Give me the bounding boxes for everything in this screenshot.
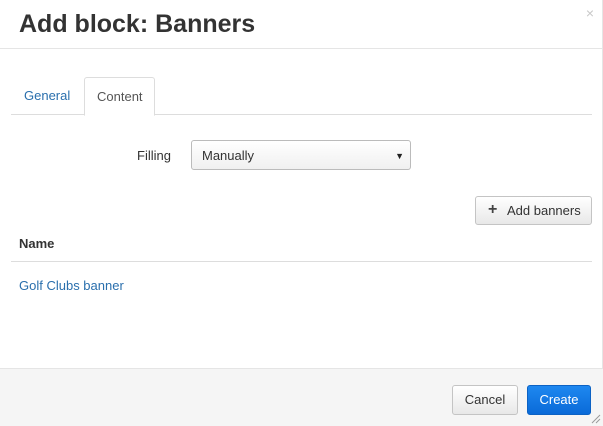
filling-select-value: Manually	[202, 148, 255, 163]
close-icon[interactable]: ×	[586, 5, 594, 21]
plus-icon: +	[488, 201, 498, 218]
table-row-banner-link[interactable]: Golf Clubs banner	[19, 278, 124, 294]
column-header-name: Name	[19, 236, 55, 251]
cancel-button[interactable]: Cancel	[452, 385, 518, 415]
dialog-footer: Cancel Create	[0, 368, 603, 426]
create-button[interactable]: Create	[527, 385, 591, 415]
chevron-down-icon: ▼	[395, 151, 404, 161]
add-block-dialog: Add block: Banners × General Content Fil…	[0, 0, 603, 426]
dialog-header: Add block: Banners ×	[0, 0, 603, 49]
tab-bar: General Content	[11, 77, 592, 116]
resize-grip-icon[interactable]	[591, 414, 601, 424]
tab-content[interactable]: Content	[84, 77, 155, 116]
filling-label: Filling	[137, 148, 171, 163]
add-banners-button[interactable]: + Add banners	[475, 196, 592, 225]
dialog-title: Add block: Banners	[19, 10, 256, 38]
table-divider	[11, 261, 592, 262]
tab-general[interactable]: General	[12, 77, 82, 115]
add-banners-label: Add banners	[507, 203, 581, 218]
filling-select[interactable]: Manually ▼	[191, 140, 411, 170]
